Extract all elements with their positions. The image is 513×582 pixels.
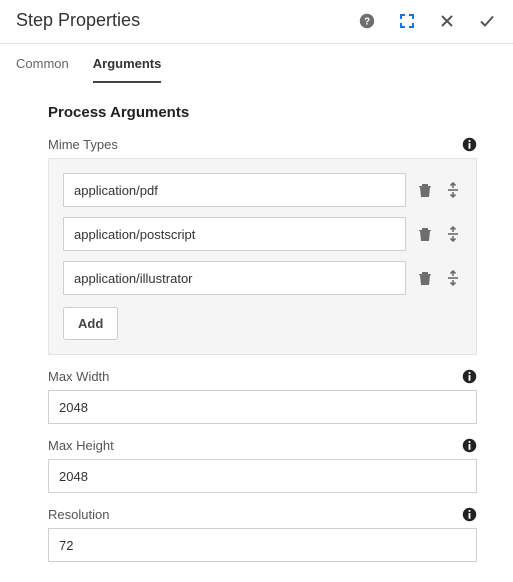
delete-icon[interactable] <box>416 269 434 287</box>
tab-common[interactable]: Common <box>16 44 69 83</box>
reorder-icon[interactable] <box>444 225 462 243</box>
add-button[interactable]: Add <box>63 307 118 340</box>
mime-types-label: Mime Types <box>48 137 462 152</box>
delete-icon[interactable] <box>416 181 434 199</box>
help-icon[interactable]: ? <box>357 11 377 31</box>
svg-text:?: ? <box>364 16 370 27</box>
delete-icon[interactable] <box>416 225 434 243</box>
info-icon[interactable] <box>462 507 477 522</box>
max-width-label: Max Width <box>48 369 462 384</box>
mime-type-input[interactable] <box>63 217 406 251</box>
max-width-input[interactable] <box>48 390 477 424</box>
max-height-label: Max Height <box>48 438 462 453</box>
tab-bar: Common Arguments <box>0 44 513 84</box>
info-icon[interactable] <box>462 369 477 384</box>
info-icon[interactable] <box>462 438 477 453</box>
mime-row <box>63 173 462 207</box>
reorder-icon[interactable] <box>444 181 462 199</box>
reorder-icon[interactable] <box>444 269 462 287</box>
fullscreen-icon[interactable] <box>397 11 417 31</box>
mime-row <box>63 217 462 251</box>
info-icon[interactable] <box>462 137 477 152</box>
mime-types-panel: Add <box>48 158 477 355</box>
close-icon[interactable] <box>437 11 457 31</box>
section-title: Process Arguments <box>48 104 477 121</box>
done-icon[interactable] <box>477 11 497 31</box>
mime-type-input[interactable] <box>63 261 406 295</box>
header-actions: ? <box>357 11 497 31</box>
mime-row <box>63 261 462 295</box>
max-height-input[interactable] <box>48 459 477 493</box>
dialog-title: Step Properties <box>16 10 357 31</box>
dialog-header: Step Properties ? <box>0 0 513 39</box>
tab-arguments[interactable]: Arguments <box>93 44 162 83</box>
resolution-input[interactable] <box>48 528 477 562</box>
mime-type-input[interactable] <box>63 173 406 207</box>
resolution-label: Resolution <box>48 507 462 522</box>
content-pane: Process Arguments Mime Types <box>0 84 513 582</box>
